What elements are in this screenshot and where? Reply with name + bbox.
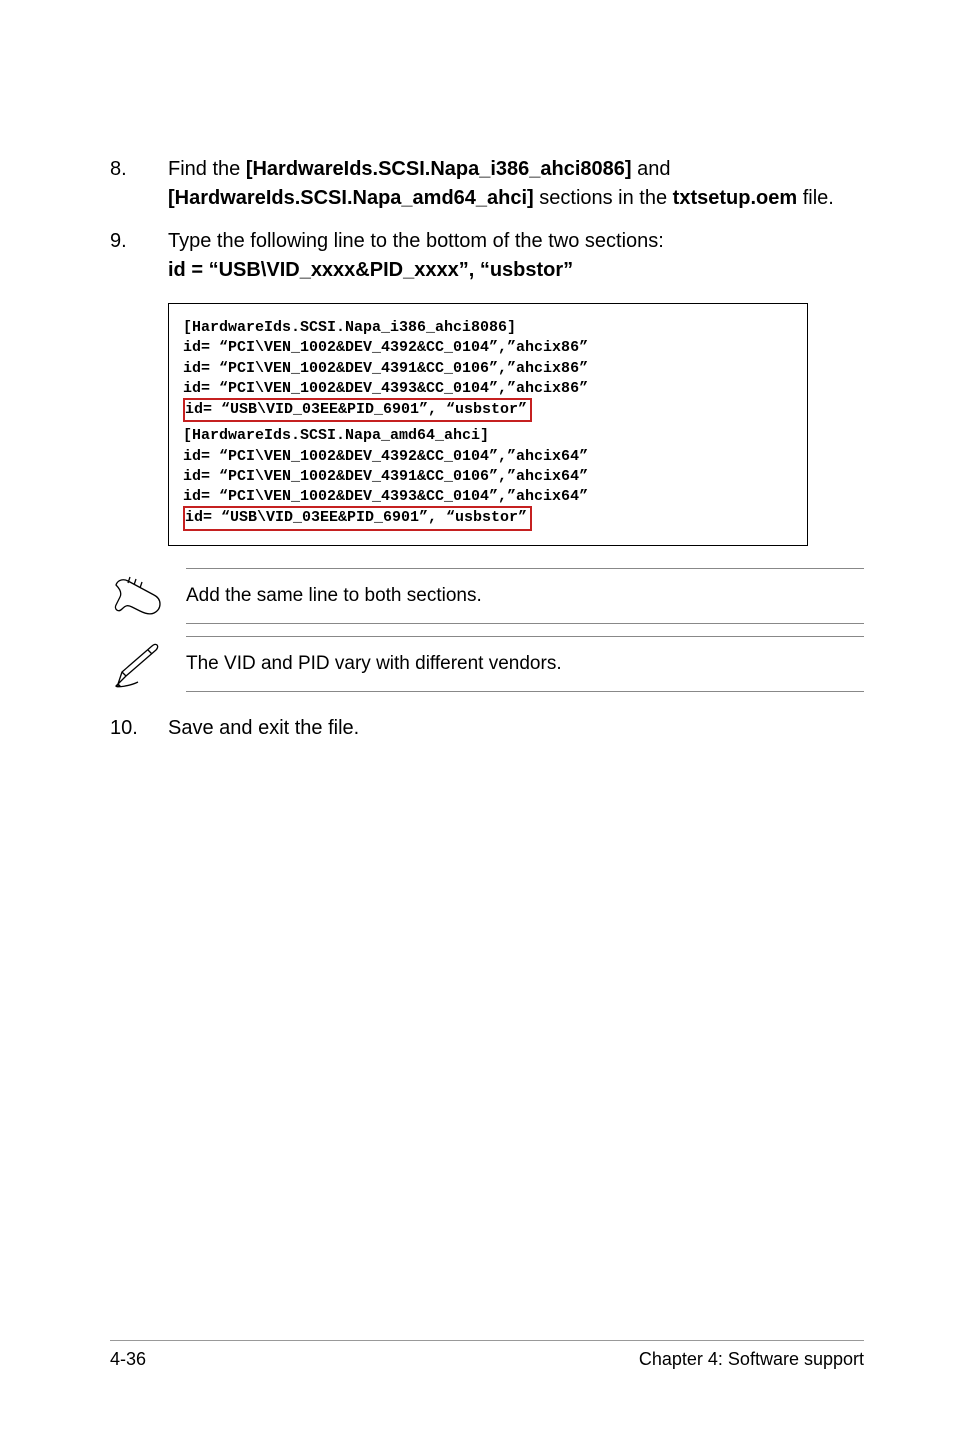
step-8-bold-1: [HardwareIds.SCSI.Napa_i386_ahci8086] [246, 158, 632, 180]
step-8-number: 8. [110, 155, 168, 213]
code-box: [HardwareIds.SCSI.Napa_i386_ahci8086] id… [168, 303, 808, 546]
footer-page-number: 4-36 [110, 1349, 146, 1370]
note-1-text: Add the same line to both sections. [186, 568, 864, 624]
step-9-bold-1: id = “USB\VID_xxxx&PID_xxxx”, “usbstor” [168, 259, 573, 281]
code-line: [HardwareIds.SCSI.Napa_amd64_ahci] [183, 426, 793, 446]
step-8-text-3: sections in the [534, 187, 673, 209]
footer-chapter: Chapter 4: Software support [639, 1349, 864, 1370]
step-8-text-4: file. [797, 187, 834, 209]
code-line: id= “PCI\VEN_1002&DEV_4393&CC_0104”,”ahc… [183, 487, 793, 507]
step-10-text-1: Save and exit the file. [168, 717, 359, 739]
pencil-icon [110, 636, 166, 692]
code-line-highlighted: id= “USB\VID_03EE&PID_6901”, “usbstor” [183, 506, 532, 530]
step-10-number: 10. [110, 714, 168, 743]
code-line: [HardwareIds.SCSI.Napa_i386_ahci8086] [183, 318, 793, 338]
step-10: 10. Save and exit the file. [110, 714, 864, 743]
hand-pointer-icon [110, 568, 166, 624]
step-8-body: Find the [HardwareIds.SCSI.Napa_i386_ahc… [168, 155, 864, 213]
note-row: Add the same line to both sections. [110, 568, 864, 624]
step-10-body: Save and exit the file. [168, 714, 864, 743]
step-8-bold-3: txtsetup.oem [673, 187, 797, 209]
code-line: id= “PCI\VEN_1002&DEV_4393&CC_0104”,”ahc… [183, 379, 793, 399]
note-row: The VID and PID vary with different vend… [110, 636, 864, 692]
step-9: 9. Type the following line to the bottom… [110, 227, 864, 285]
note-2-text: The VID and PID vary with different vend… [186, 636, 864, 692]
code-line: id= “PCI\VEN_1002&DEV_4391&CC_0106”,”ahc… [183, 359, 793, 379]
step-9-body: Type the following line to the bottom of… [168, 227, 864, 285]
code-line-highlighted: id= “USB\VID_03EE&PID_6901”, “usbstor” [183, 398, 532, 422]
step-8-text-1: Find the [168, 158, 246, 180]
code-line: id= “PCI\VEN_1002&DEV_4392&CC_0104”,”ahc… [183, 447, 793, 467]
code-line: id= “PCI\VEN_1002&DEV_4391&CC_0106”,”ahc… [183, 467, 793, 487]
step-8-bold-2: [HardwareIds.SCSI.Napa_amd64_ahci] [168, 187, 534, 209]
step-8: 8. Find the [HardwareIds.SCSI.Napa_i386_… [110, 155, 864, 213]
step-8-text-2: and [632, 158, 671, 180]
step-9-number: 9. [110, 227, 168, 285]
code-line: id= “PCI\VEN_1002&DEV_4392&CC_0104”,”ahc… [183, 338, 793, 358]
page-footer: 4-36 Chapter 4: Software support [110, 1340, 864, 1370]
step-9-text-1: Type the following line to the bottom of… [168, 230, 664, 252]
